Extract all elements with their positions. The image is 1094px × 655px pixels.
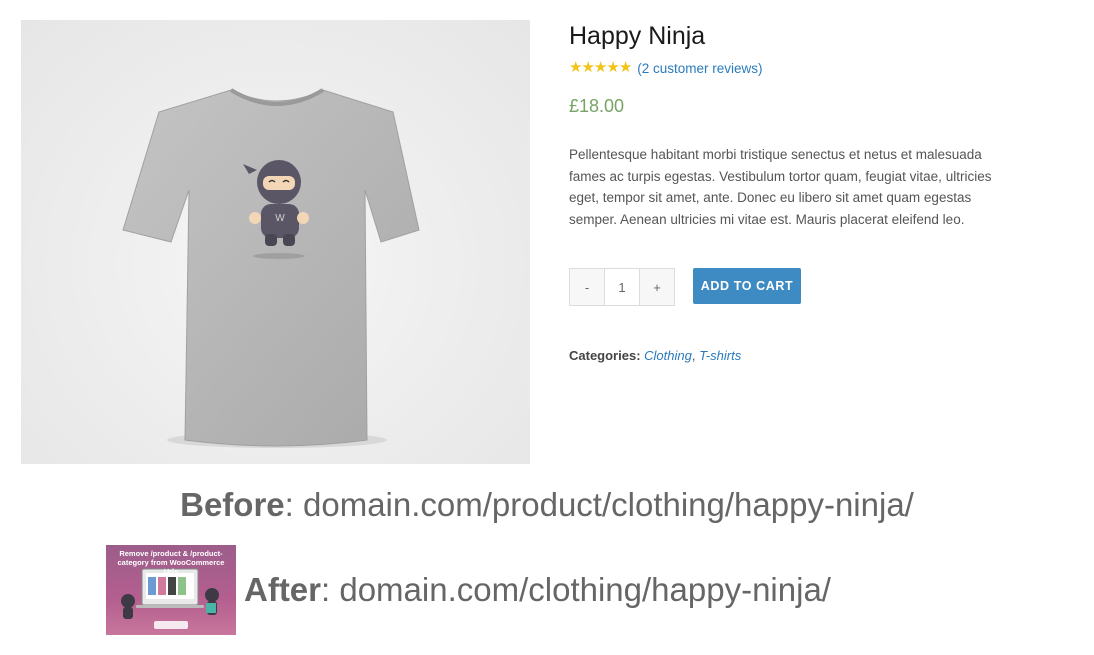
product-description: Pellentesque habitant morbi tristique se… — [569, 147, 992, 227]
quantity-plus-button[interactable]: + — [640, 269, 674, 305]
quantity-minus-button[interactable]: - — [570, 269, 604, 305]
product-categories: Categories: Clothing, T-shirts — [569, 348, 741, 363]
before-label: Before — [180, 486, 285, 523]
star-icon: ★ — [618, 59, 632, 76]
add-to-cart-button[interactable]: ADD TO CART — [693, 268, 801, 304]
tshirt-image: W — [122, 88, 420, 448]
quantity-input[interactable]: 1 — [604, 269, 640, 305]
after-url-row: Remove /product & /product-category from… — [106, 545, 831, 635]
star-rating: ★ ★ ★ ★ ★ — [569, 59, 632, 76]
after-label: After — [244, 571, 322, 608]
star-icon: ★ — [593, 59, 607, 76]
star-icon: ★ — [569, 59, 582, 76]
category-separator: , — [691, 348, 700, 363]
before-url-line: Before: domain.com/product/clothing/happ… — [0, 486, 1094, 524]
product-title: Happy Ninja — [569, 22, 706, 50]
before-url: : domain.com/product/clothing/happy-ninj… — [284, 486, 914, 523]
plugin-thumbnail: Remove /product & /product-category from… — [106, 545, 236, 635]
plugin-thumbnail-title: Remove /product & /product-category from… — [117, 549, 225, 576]
product-image[interactable]: W — [21, 20, 530, 464]
star-icon: ★ — [581, 59, 594, 76]
quantity-stepper: - 1 + — [569, 268, 675, 306]
categories-label: Categories: — [569, 348, 641, 363]
product-price: £18.00 — [569, 96, 625, 116]
customer-reviews-link[interactable]: (2 customer reviews) — [637, 61, 762, 76]
rating-row: ★ ★ ★ ★ ★ (2 customer reviews) — [569, 60, 763, 76]
after-url-line: After: domain.com/clothing/happy-ninja/ — [244, 571, 831, 609]
after-url: : domain.com/clothing/happy-ninja/ — [321, 571, 831, 608]
category-link-tshirts[interactable]: T-shirts — [699, 348, 741, 363]
star-icon: ★ — [606, 59, 619, 76]
category-link-clothing[interactable]: Clothing — [644, 348, 692, 363]
shirt-logo-letter: W — [275, 213, 285, 224]
